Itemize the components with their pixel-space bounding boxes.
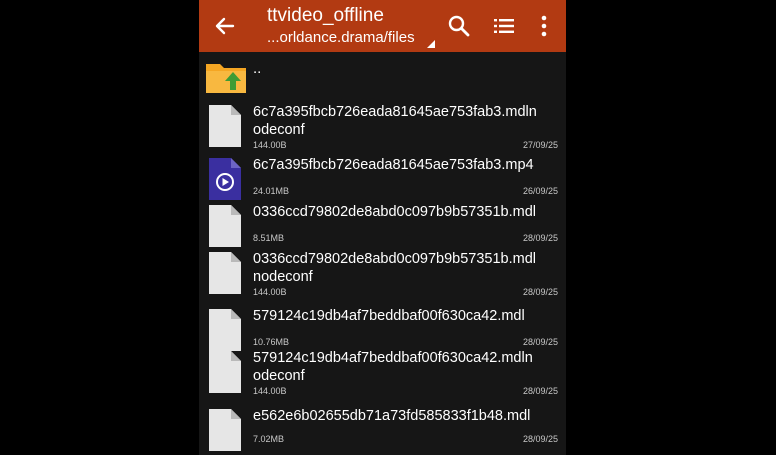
folder-path: ...orldance.drama/files xyxy=(267,29,415,46)
arrow-back-icon xyxy=(215,17,235,35)
file-icon xyxy=(209,252,241,294)
file-name: e562e6b02655db71a73fd585833f1b48.mdl xyxy=(253,408,531,424)
file-icon xyxy=(209,409,241,451)
file-date: 28/09/25 xyxy=(522,233,558,243)
parent-folder-row[interactable]: .. xyxy=(199,52,566,96)
search-icon xyxy=(448,15,470,37)
file-size: 10.76MB xyxy=(253,337,290,347)
parent-folder-label: .. xyxy=(253,60,262,77)
file-icon xyxy=(209,105,241,147)
file-row[interactable]: 6c7a395fbcb726eada81645ae753fab3.mdln ode… xyxy=(199,103,566,153)
file-name: 579124c19db4af7beddbaf00f630ca42.mdl xyxy=(253,308,525,324)
file-date: 28/09/25 xyxy=(522,287,558,297)
file-row[interactable]: 6c7a395fbcb726eada81645ae753fab3.mp4 24.… xyxy=(199,156,566,206)
file-date: 27/09/25 xyxy=(522,140,558,150)
file-manager-screen: ttvideo_offline ...orldance.drama/files xyxy=(199,0,566,455)
file-name: 579124c19db4af7beddbaf00f630ca42.mdln ode… xyxy=(253,350,533,384)
file-size: 7.02MB xyxy=(253,434,285,444)
file-name: 6c7a395fbcb726eada81645ae753fab3.mp4 xyxy=(253,157,534,173)
file-row[interactable]: 0336ccd79802de8abd0c097b9b57351b.mdl node… xyxy=(199,250,566,300)
file-name: 0336ccd79802de8abd0c097b9b57351b.mdl node… xyxy=(253,251,537,285)
search-button[interactable] xyxy=(446,13,472,39)
file-row[interactable]: 0336ccd79802de8abd0c097b9b57351b.mdl 8.5… xyxy=(199,203,566,253)
file-date: 28/09/25 xyxy=(522,434,558,444)
more-vert-icon xyxy=(541,15,547,37)
file-name: 6c7a395fbcb726eada81645ae753fab3.mdln ode… xyxy=(253,104,537,138)
file-date: 28/09/25 xyxy=(522,337,558,347)
app-bar: ttvideo_offline ...orldance.drama/files xyxy=(199,0,566,52)
file-icon xyxy=(209,309,241,351)
back-button[interactable] xyxy=(211,12,239,40)
video-file-icon xyxy=(209,158,241,200)
file-date: 28/09/25 xyxy=(522,386,558,396)
file-size: 8.51MB xyxy=(253,233,285,243)
file-row[interactable]: e562e6b02655db71a73fd585833f1b48.mdl 7.0… xyxy=(199,407,566,455)
file-size: 24.01MB xyxy=(253,186,290,196)
list-view-icon xyxy=(494,19,514,33)
folder-title: ttvideo_offline xyxy=(267,5,384,26)
file-icon xyxy=(209,351,241,393)
overflow-menu-button[interactable] xyxy=(534,13,554,39)
path-selector[interactable]: ...orldance.drama/files xyxy=(267,28,442,48)
file-icon xyxy=(209,205,241,247)
title-block: ttvideo_offline ...orldance.drama/files xyxy=(267,4,442,48)
dropdown-arrow-icon xyxy=(427,40,435,48)
file-name: 0336ccd79802de8abd0c097b9b57351b.mdl xyxy=(253,204,537,220)
file-size: 144.00B xyxy=(253,287,287,297)
file-size: 144.00B xyxy=(253,386,287,396)
file-size: 144.00B xyxy=(253,140,287,150)
view-mode-button[interactable] xyxy=(492,14,516,38)
file-date: 26/09/25 xyxy=(522,186,558,196)
file-row[interactable]: 579124c19db4af7beddbaf00f630ca42.mdln ode… xyxy=(199,349,566,399)
folder-up-icon xyxy=(206,64,246,93)
